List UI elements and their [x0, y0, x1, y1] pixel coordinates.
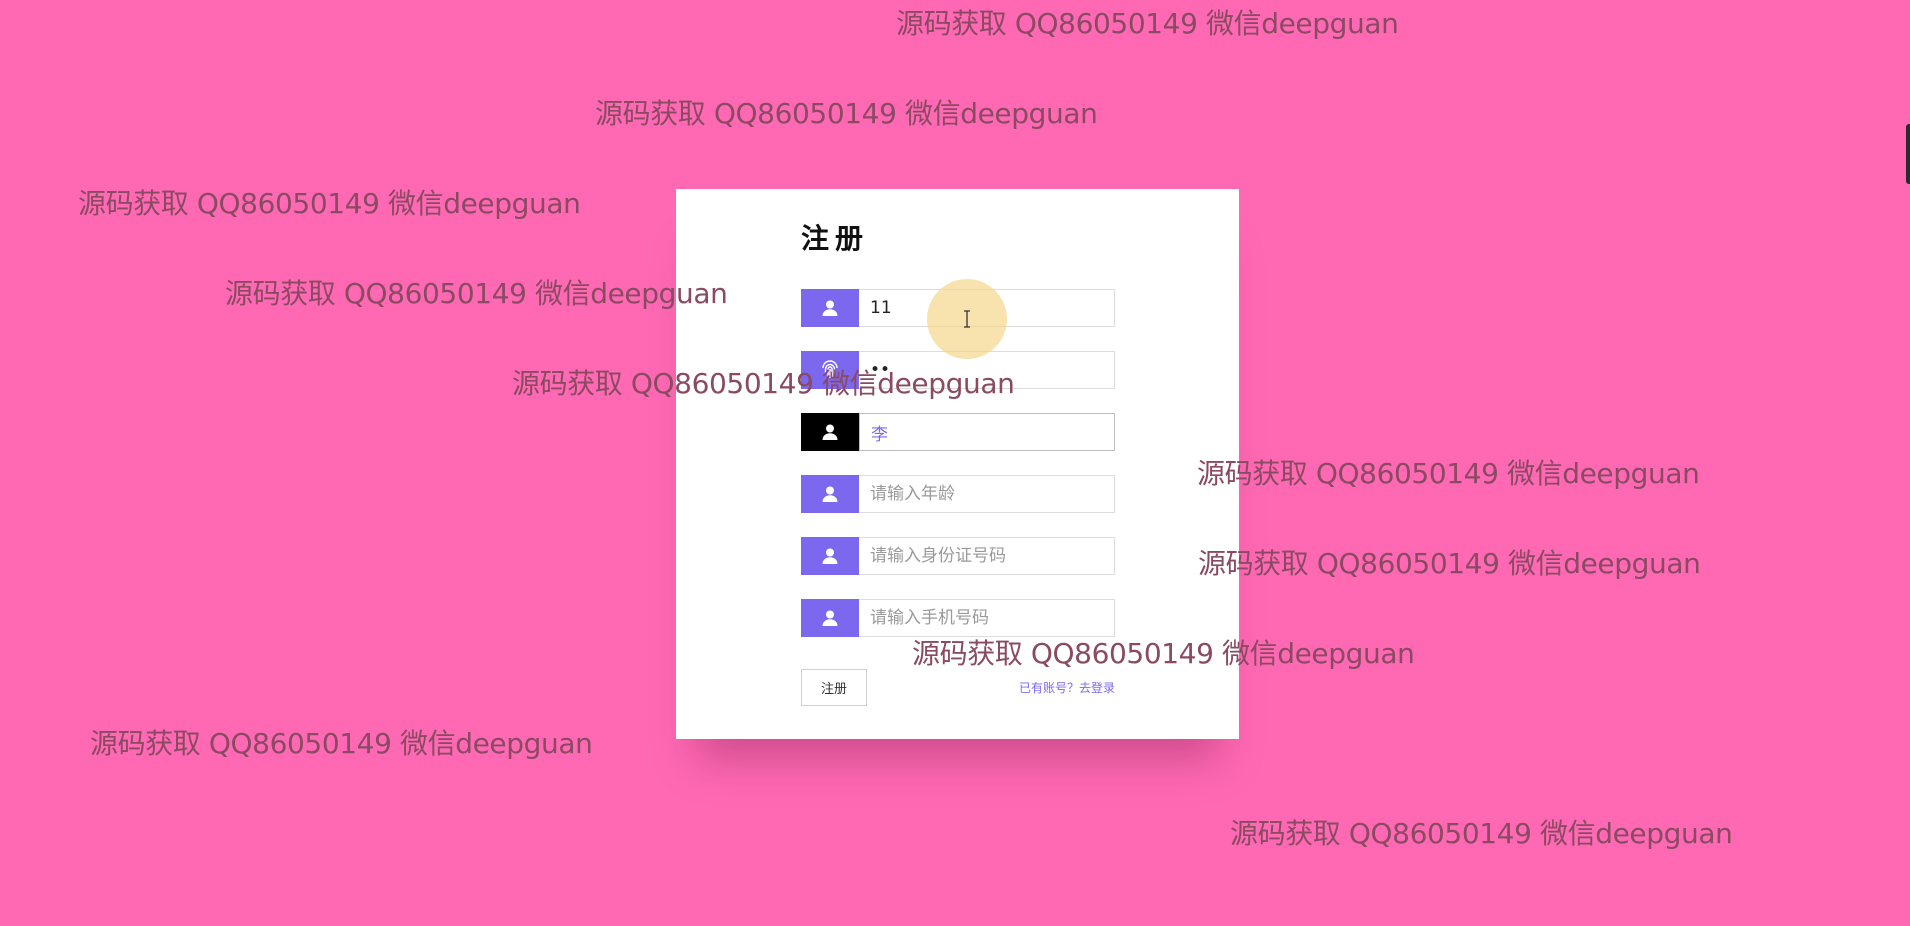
- age-input[interactable]: [859, 475, 1115, 513]
- watermark-text: 源码获取 QQ86050149 微信deepguan: [78, 187, 581, 220]
- user-icon: [801, 537, 859, 575]
- id-card-row: [801, 537, 1115, 575]
- watermark-text: 源码获取 QQ86050149 微信deepguan: [912, 637, 1415, 670]
- user-icon: [801, 475, 859, 513]
- id-card-input[interactable]: [859, 537, 1115, 575]
- scrollbar-handle[interactable]: [1906, 124, 1910, 184]
- name-row: [801, 413, 1115, 451]
- watermark-text: 源码获取 QQ86050149 微信deepguan: [90, 727, 593, 760]
- page-title: 注册: [801, 222, 870, 255]
- user-icon: [801, 413, 859, 451]
- age-row: [801, 475, 1115, 513]
- watermark-text: 源码获取 QQ86050149 微信deepguan: [512, 367, 1015, 400]
- user-icon: [801, 289, 859, 327]
- name-input[interactable]: [859, 413, 1115, 451]
- text-cursor-icon: [964, 310, 970, 328]
- watermark-text: 源码获取 QQ86050149 微信deepguan: [1230, 817, 1733, 850]
- login-link[interactable]: 已有账号？去登录: [1006, 679, 1115, 696]
- watermark-text: 源码获取 QQ86050149 微信deepguan: [1198, 547, 1701, 580]
- watermark-text: 源码获取 QQ86050149 微信deepguan: [225, 277, 728, 310]
- watermark-text: 源码获取 QQ86050149 微信deepguan: [896, 7, 1399, 40]
- page: 注册 11 李 请输入年龄 请输入身份证号码 请输入手机号码 注册 已有账号？去…: [0, 0, 1910, 926]
- watermark-text: 源码获取 QQ86050149 微信deepguan: [595, 97, 1098, 130]
- register-button[interactable]: 注册: [801, 669, 867, 706]
- user-icon: [801, 599, 859, 637]
- watermark-text: 源码获取 QQ86050149 微信deepguan: [1197, 457, 1700, 490]
